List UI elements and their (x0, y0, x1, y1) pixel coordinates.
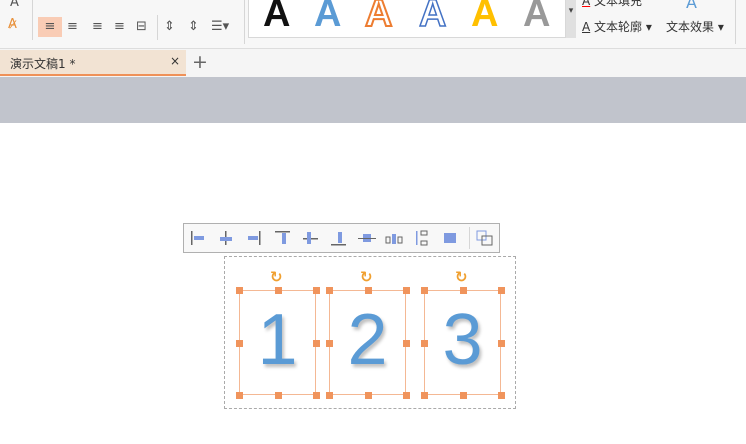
divider (469, 227, 470, 249)
text-effect-icon: A (686, 0, 697, 12)
textbox-text[interactable]: 2 (330, 299, 405, 381)
line-spacing-increase-button[interactable]: ⇕ (164, 20, 175, 34)
tab-label: 演示文稿1 * (10, 57, 76, 71)
close-tab-icon[interactable]: × (170, 54, 180, 68)
resize-handle[interactable] (326, 392, 333, 399)
resize-handle[interactable] (313, 392, 320, 399)
font-color-icon[interactable]: A (10, 0, 19, 10)
paragraph-spacing-dropdown[interactable]: ☰▾ (211, 20, 229, 34)
textbox-text[interactable]: 3 (425, 299, 500, 381)
resize-handle[interactable] (236, 340, 243, 347)
resize-handle[interactable] (326, 287, 333, 294)
distribute-horizontal-icon[interactable] (385, 230, 403, 246)
resize-handle[interactable] (236, 392, 243, 399)
text-effect-label: 文本效果 (666, 20, 715, 34)
wordart-gallery: A A A A A A (248, 0, 566, 38)
resize-handle[interactable] (275, 392, 282, 399)
resize-handle[interactable] (236, 287, 243, 294)
resize-handle[interactable] (365, 287, 372, 294)
tab-bar: 演示文稿1 * × + (0, 49, 746, 77)
text-effect-button[interactable]: 文本效果 ▾ (666, 20, 724, 34)
divider (157, 15, 158, 40)
resize-handle[interactable] (403, 287, 410, 294)
align-right-button[interactable]: ≡ (92, 20, 103, 34)
wordart-style[interactable]: A (418, 0, 447, 36)
resize-handle[interactable] (498, 340, 505, 347)
resize-handle[interactable] (326, 340, 333, 347)
rotate-handle-icon[interactable]: ↻ (455, 268, 468, 286)
divider (32, 0, 33, 40)
align-top-icon[interactable] (274, 230, 292, 246)
divider (735, 0, 736, 44)
align-middle-icon[interactable] (302, 230, 320, 246)
align-toolbar (183, 223, 500, 253)
resize-handle[interactable] (421, 287, 428, 294)
resize-handle[interactable] (313, 287, 320, 294)
resize-handle[interactable] (403, 392, 410, 399)
text-outline-button[interactable]: A 文本轮廓 ▾ (582, 20, 652, 34)
distribute-vertical-icon[interactable] (413, 230, 431, 246)
canvas-margin (0, 77, 746, 123)
resize-handle[interactable] (460, 287, 467, 294)
align-center-icon[interactable] (217, 230, 235, 246)
resize-handle[interactable] (460, 392, 467, 399)
resize-handle[interactable] (365, 392, 372, 399)
resize-handle[interactable] (403, 340, 410, 347)
resize-handle[interactable] (498, 392, 505, 399)
group-icon[interactable] (476, 230, 494, 246)
justify-button[interactable]: ≡ (114, 20, 125, 34)
align-left-icon[interactable] (190, 230, 208, 246)
resize-handle[interactable] (498, 287, 505, 294)
center-on-slide-icon[interactable] (358, 230, 376, 246)
textbox-3[interactable]: 3 ↻ (421, 268, 505, 399)
resize-handle[interactable] (421, 392, 428, 399)
wordart-style[interactable]: A (471, 0, 498, 36)
textbox-text[interactable]: 1 (240, 299, 315, 381)
new-tab-button[interactable]: + (192, 51, 208, 73)
rotate-handle-icon[interactable]: ↻ (270, 268, 283, 286)
wordart-style[interactable]: A (263, 0, 290, 36)
tab-document[interactable]: 演示文稿1 * × (0, 50, 186, 76)
align-center-button[interactable]: ≡ (67, 20, 78, 34)
line-spacing-decrease-button[interactable]: ⇕ (188, 20, 199, 34)
resize-handle[interactable] (313, 340, 320, 347)
rotate-handle-icon[interactable]: ↻ (360, 268, 373, 286)
resize-handle[interactable] (275, 287, 282, 294)
textbox-2[interactable]: 2 ↻ (326, 268, 410, 399)
wordart-style[interactable]: A (523, 0, 550, 36)
text-fill-button[interactable]: A 文本填充 (582, 0, 642, 8)
fit-slide-icon[interactable] (441, 230, 459, 246)
gallery-more-button[interactable]: ▾ (566, 0, 576, 38)
align-bottom-icon[interactable] (330, 230, 348, 246)
clear-format-icon[interactable]: A̷ (8, 18, 17, 32)
wordart-style[interactable]: A (314, 0, 341, 36)
text-outline-label: 文本轮廓 (594, 20, 643, 34)
wordart-style[interactable]: A (364, 0, 393, 36)
align-left-button[interactable]: ≡ (38, 17, 62, 37)
align-right-icon[interactable] (244, 230, 262, 246)
resize-handle[interactable] (421, 340, 428, 347)
divider (244, 0, 245, 44)
textbox-1[interactable]: 1 ↻ (236, 268, 320, 399)
ribbon: A A̷ ≡ ≡ ≡ ≡ ⊟ ⇕ ⇕ ☰▾ A A A A A A ▾ A 文本… (0, 0, 746, 49)
text-fill-label: 文本填充 (594, 0, 643, 8)
distribute-button[interactable]: ⊟ (136, 20, 147, 34)
